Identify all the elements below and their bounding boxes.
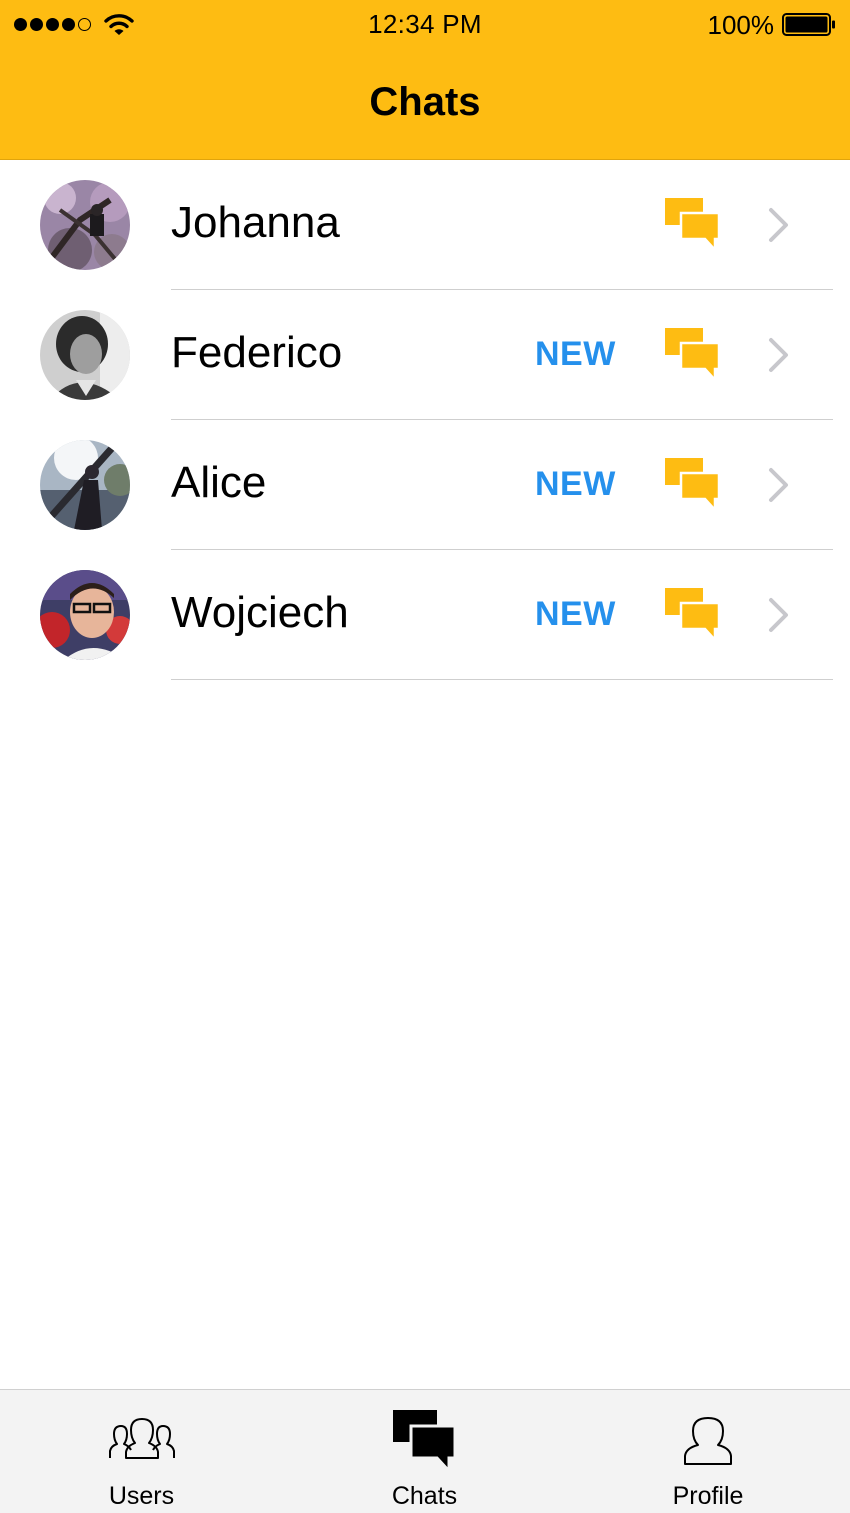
avatar (40, 440, 130, 530)
chevron-right-icon (769, 208, 788, 242)
chat-name: Wojciech (171, 588, 349, 637)
new-badge: NEW (535, 465, 616, 503)
chat-bubbles-icon (665, 458, 719, 510)
chevron-right-icon (769, 338, 788, 372)
battery-percentage: 100% (707, 10, 775, 40)
chevron-right-icon (769, 468, 788, 502)
new-badge: NEW (535, 595, 616, 633)
chat-row-johanna[interactable]: Johanna (0, 160, 850, 290)
chats-screen: 12:34 PM 100% Chats Johanna Federico NEW… (0, 0, 850, 1513)
tab-bar: Users Chats Profile (0, 1389, 850, 1513)
chats-icon (392, 1410, 456, 1472)
chat-name: Johanna (171, 198, 340, 247)
tab-label: Profile (672, 1482, 744, 1510)
new-badge: NEW (535, 335, 616, 373)
tab-label: Chats (391, 1482, 458, 1510)
chat-name: Alice (171, 458, 267, 507)
chat-bubbles-icon (665, 328, 719, 380)
chat-row-federico[interactable]: Federico NEW (0, 290, 850, 420)
battery-icon (782, 13, 835, 36)
row-divider (171, 679, 833, 680)
chevron-right-icon (769, 598, 788, 632)
users-icon (108, 1418, 175, 1459)
avatar (40, 180, 130, 270)
chat-name: Federico (171, 328, 343, 377)
tab-label: Users (108, 1482, 175, 1510)
avatar (40, 570, 130, 660)
profile-icon (684, 1417, 732, 1465)
avatar (40, 310, 130, 400)
tab-users[interactable]: Users (0, 1390, 283, 1513)
status-bar: 12:34 PM 100% (0, 0, 850, 50)
tab-chats[interactable]: Chats (283, 1390, 566, 1513)
chat-list: Johanna Federico NEW Alice NEW Wojciech … (0, 160, 850, 680)
navigation-header: 12:34 PM 100% Chats (0, 0, 850, 160)
chat-row-alice[interactable]: Alice NEW (0, 420, 850, 550)
chat-bubbles-icon (665, 588, 719, 640)
page-title: Chats (369, 80, 481, 124)
chat-row-wojciech[interactable]: Wojciech NEW (0, 550, 850, 680)
chat-bubbles-icon (665, 198, 719, 250)
tab-profile[interactable]: Profile (566, 1390, 850, 1513)
